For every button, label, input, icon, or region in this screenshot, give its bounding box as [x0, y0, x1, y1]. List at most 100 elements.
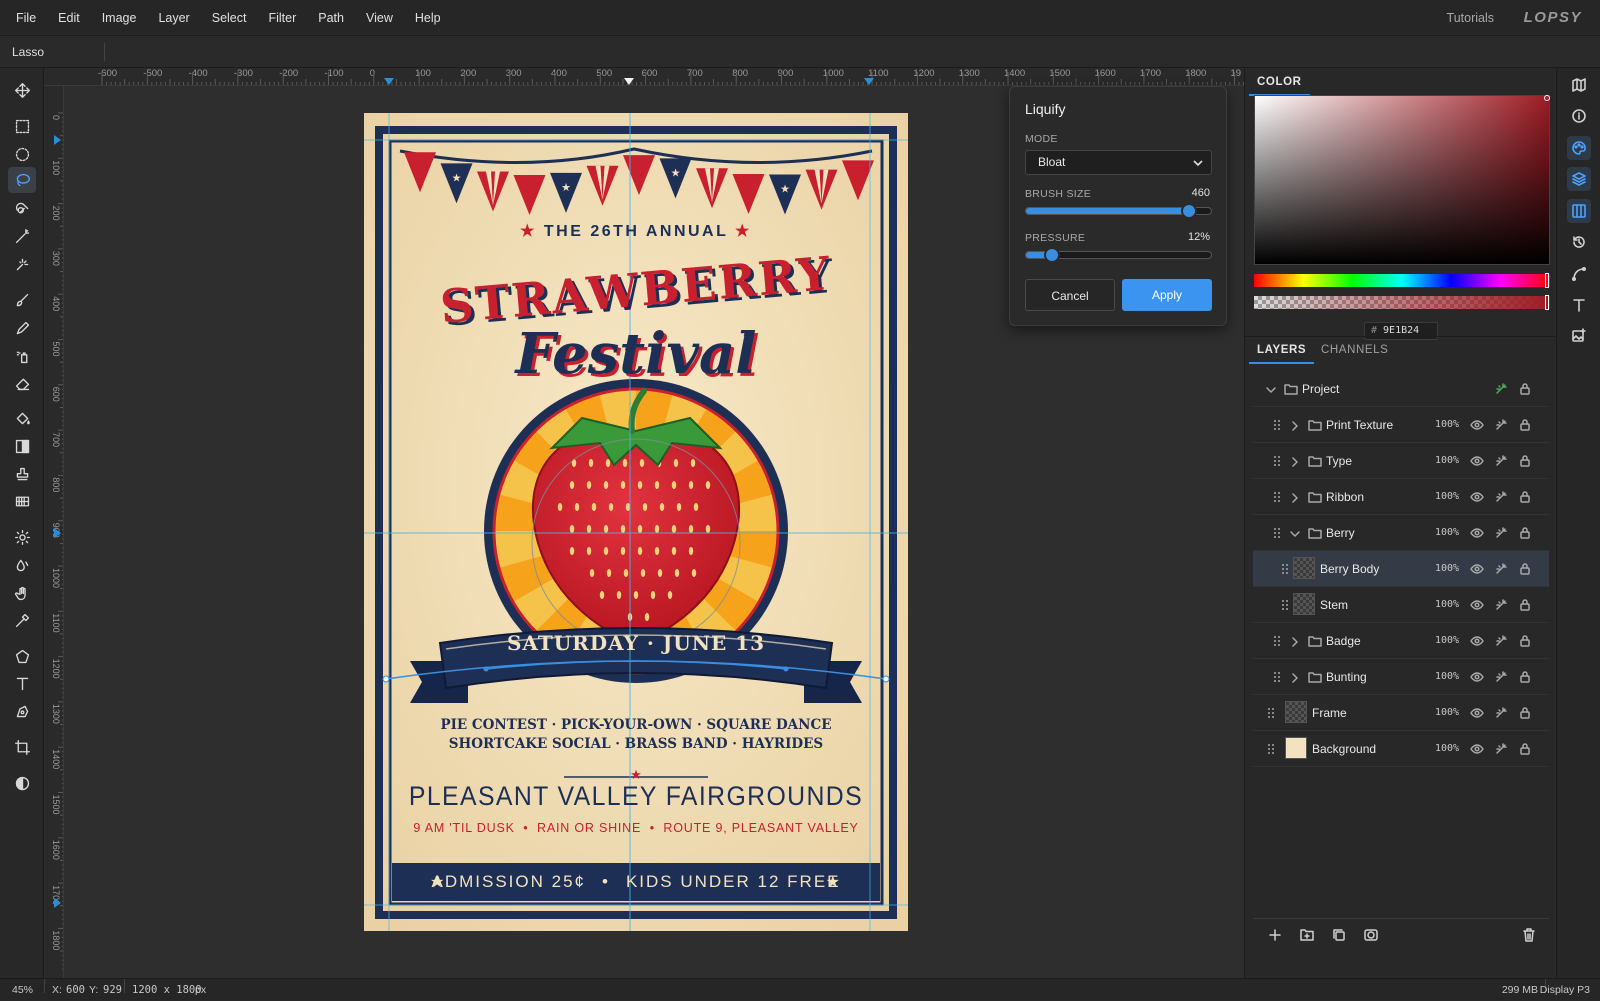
effects-icon[interactable] [1494, 454, 1508, 468]
layer-row-badge[interactable]: Badge 100% [1253, 623, 1549, 659]
color-panel-button[interactable] [1567, 136, 1591, 160]
pressure-slider[interactable] [1025, 247, 1212, 263]
chevron-down-icon[interactable] [1266, 384, 1276, 394]
tab-layers[interactable]: LAYERS [1249, 336, 1315, 364]
menu-layer[interactable]: Layer [147, 0, 200, 36]
layer-row-print-texture[interactable]: Print Texture 100% [1253, 407, 1549, 443]
layer-row-frame[interactable]: Frame 100% [1253, 695, 1549, 731]
pattern-tool[interactable] [8, 488, 36, 514]
tutorials-link[interactable]: Tutorials [1447, 0, 1494, 36]
mode-select[interactable]: Bloat [1025, 150, 1212, 175]
color-saturation-field[interactable] [1254, 95, 1550, 265]
brush-tool[interactable] [8, 287, 36, 313]
drag-handle-icon[interactable] [1281, 599, 1289, 611]
eye-icon[interactable] [1470, 670, 1484, 684]
ruler-top[interactable]: -600 -500 -400 -300 -200 -100 0 100 200 300 400 500… [44, 68, 1244, 86]
image-panel-button[interactable] [1567, 324, 1591, 348]
chevron-right-icon[interactable] [1290, 456, 1300, 467]
eyedropper-tool[interactable] [8, 607, 36, 633]
rect-marquee-tool[interactable] [8, 113, 36, 139]
color-profile[interactable]: Display P3 [1540, 979, 1590, 1001]
lock-icon[interactable] [1518, 418, 1532, 432]
effects-icon[interactable] [1494, 742, 1508, 756]
guide-marker[interactable] [54, 135, 61, 145]
move-tool[interactable] [8, 77, 36, 103]
drag-handle-icon[interactable] [1273, 491, 1281, 503]
lock-icon[interactable] [1518, 598, 1532, 612]
paths-panel-button[interactable] [1567, 262, 1591, 286]
effects-icon[interactable] [1494, 490, 1508, 504]
navigator-panel-button[interactable] [1567, 73, 1591, 97]
brush-size-slider[interactable] [1025, 203, 1212, 219]
layer-opacity[interactable]: 100% [1435, 419, 1459, 430]
effects-icon[interactable] [1494, 562, 1508, 576]
layer-row-type[interactable]: Type 100% [1253, 443, 1549, 479]
hue-slider-handle[interactable] [1545, 273, 1549, 288]
drag-handle-icon[interactable] [1273, 419, 1281, 431]
blur-tool[interactable] [8, 552, 36, 578]
drag-handle-icon[interactable] [1273, 527, 1281, 539]
spray-tool[interactable] [8, 343, 36, 369]
drag-handle-icon[interactable] [1273, 635, 1281, 647]
effects-icon[interactable] [1494, 526, 1508, 540]
crop-tool[interactable] [8, 734, 36, 760]
guide-marker[interactable] [384, 78, 394, 85]
layer-opacity[interactable]: 100% [1435, 527, 1459, 538]
eye-icon[interactable] [1470, 418, 1484, 432]
layer-opacity[interactable]: 100% [1435, 743, 1459, 754]
text-tool[interactable] [8, 670, 36, 696]
shape-tool[interactable] [8, 643, 36, 669]
gradient-tool[interactable] [8, 433, 36, 459]
layer-row-stem[interactable]: Stem 100% [1253, 587, 1549, 623]
effects-icon[interactable] [1494, 670, 1508, 684]
effects-icon[interactable] [1494, 706, 1508, 720]
lock-icon[interactable] [1518, 490, 1532, 504]
history-panel-button[interactable] [1567, 230, 1591, 254]
lasso-tool[interactable] [8, 167, 36, 193]
layer-opacity[interactable]: 100% [1435, 563, 1459, 574]
chevron-right-icon[interactable] [1290, 672, 1300, 683]
drag-handle-icon[interactable] [1267, 707, 1275, 719]
chevron-down-icon[interactable] [1290, 528, 1300, 538]
tab-channels[interactable]: CHANNELS [1313, 336, 1396, 364]
eye-icon[interactable] [1470, 526, 1484, 540]
brush-size-handle[interactable] [1180, 203, 1197, 219]
alpha-slider[interactable] [1254, 295, 1550, 310]
menu-edit[interactable]: Edit [47, 0, 91, 36]
apply-button[interactable]: Apply [1122, 279, 1212, 311]
cancel-button[interactable]: Cancel [1025, 279, 1115, 311]
effects-icon[interactable] [1494, 382, 1508, 396]
magic-wand-tool[interactable] [8, 223, 36, 249]
eye-icon[interactable] [1470, 742, 1484, 756]
layer-opacity[interactable]: 100% [1435, 455, 1459, 466]
lock-icon[interactable] [1518, 634, 1532, 648]
pen-tool[interactable] [8, 698, 36, 724]
layer-row-bunting[interactable]: Bunting 100% [1253, 659, 1549, 695]
info-panel-button[interactable] [1567, 104, 1591, 128]
chevron-right-icon[interactable] [1290, 420, 1300, 431]
dodge-tool[interactable] [8, 524, 36, 550]
smudge-tool[interactable] [8, 580, 36, 606]
menu-path[interactable]: Path [307, 0, 355, 36]
drag-handle-icon[interactable] [1273, 455, 1281, 467]
eye-icon[interactable] [1470, 454, 1484, 468]
layer-row-ribbon[interactable]: Ribbon 100% [1253, 479, 1549, 515]
add-group-button[interactable] [1297, 925, 1317, 945]
menu-file[interactable]: File [0, 0, 47, 36]
pressure-handle[interactable] [1044, 247, 1061, 263]
layer-row-berry-body[interactable]: Berry Body 100% [1253, 551, 1549, 587]
eraser-tool[interactable] [8, 370, 36, 396]
eye-icon[interactable] [1470, 634, 1484, 648]
layer-row-background[interactable]: Background 100% [1253, 731, 1549, 767]
drag-handle-icon[interactable] [1273, 671, 1281, 683]
layer-opacity[interactable]: 100% [1435, 635, 1459, 646]
effects-icon[interactable] [1494, 634, 1508, 648]
lock-icon[interactable] [1518, 526, 1532, 540]
menu-filter[interactable]: Filter [257, 0, 307, 36]
layer-opacity[interactable]: 100% [1435, 707, 1459, 718]
lock-icon[interactable] [1518, 742, 1532, 756]
eye-icon[interactable] [1470, 598, 1484, 612]
lock-icon[interactable] [1518, 562, 1532, 576]
ellipse-marquee-tool[interactable] [8, 141, 36, 167]
menu-image[interactable]: Image [91, 0, 148, 36]
